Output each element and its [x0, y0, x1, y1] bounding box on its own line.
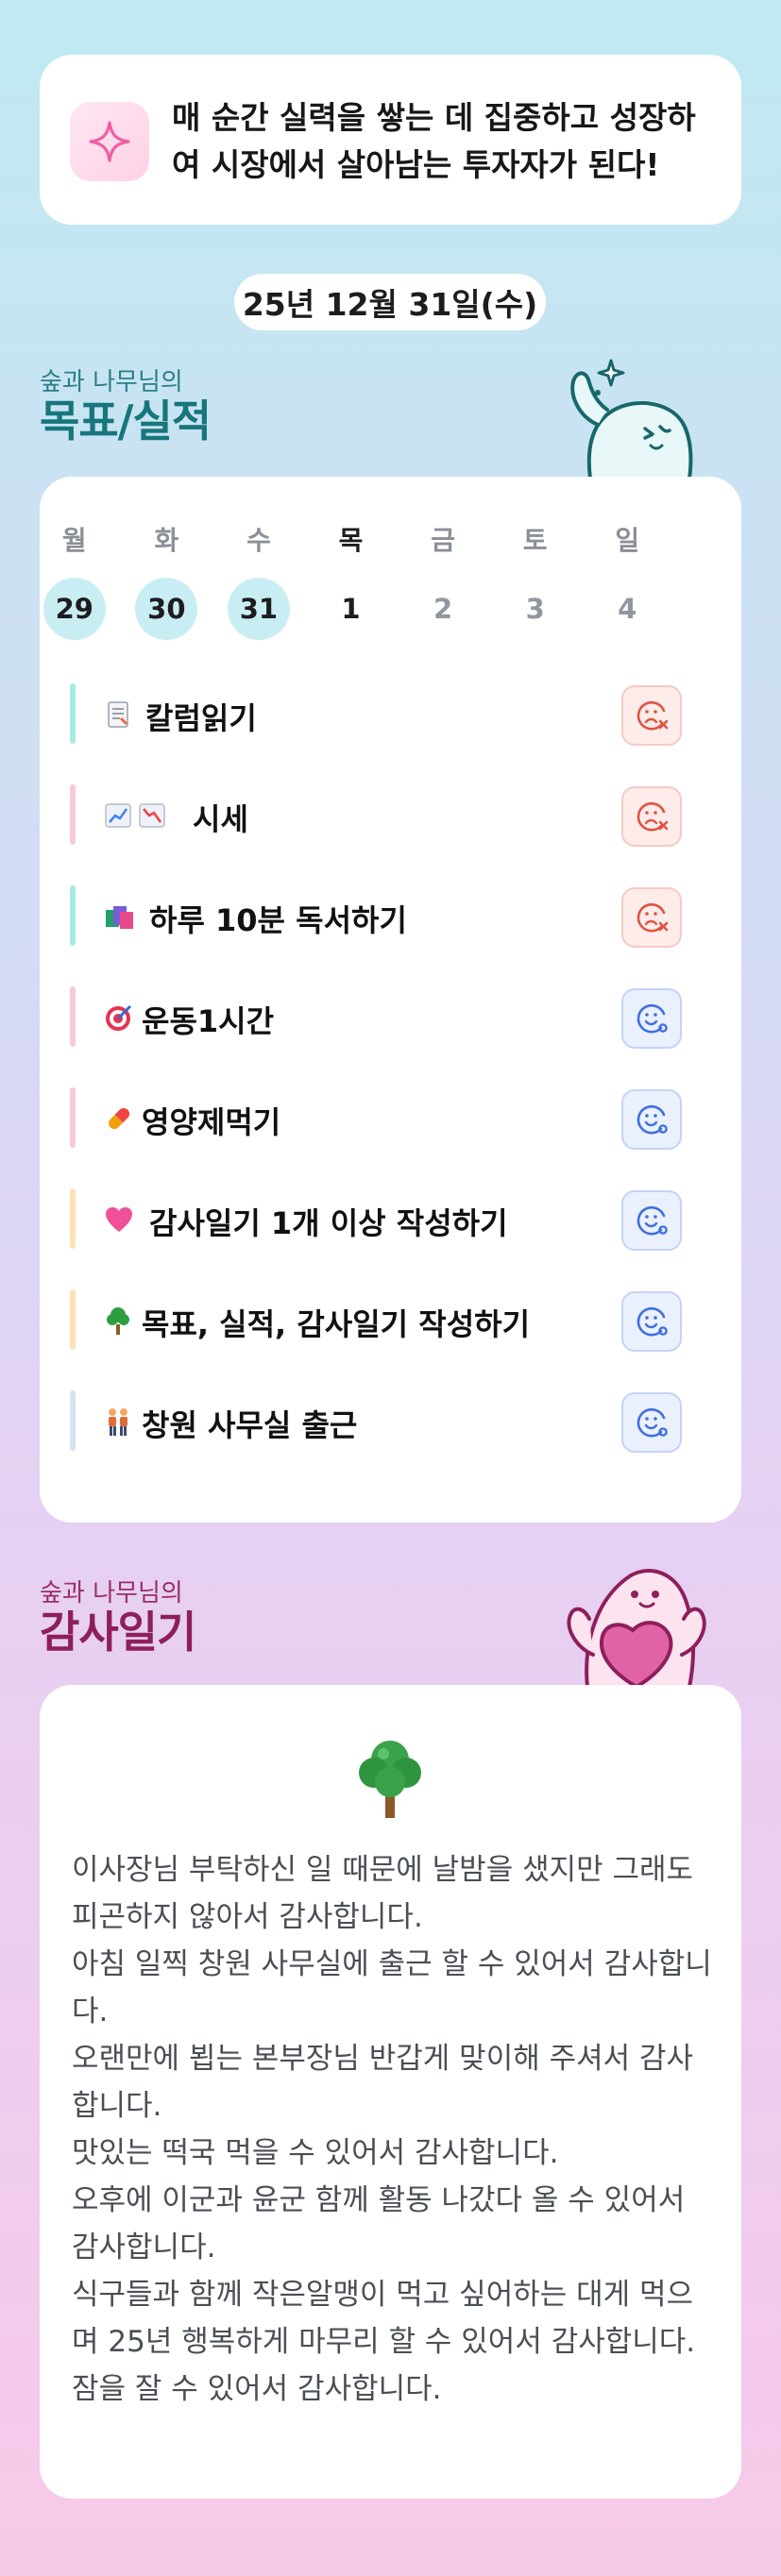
date-cell-29[interactable]: 29 — [42, 578, 106, 640]
motto-text: 매 순간 실력을 쌓는 데 집중하고 성장하 여 시장에서 살아남는 투자자가 … — [172, 94, 720, 189]
motto-card: 매 순간 실력을 쌓는 데 집중하고 성장하 여 시장에서 살아남는 투자자가 … — [40, 55, 741, 225]
sad-face-icon — [637, 902, 669, 933]
goals-title: 목표/실적 — [40, 396, 212, 446]
goal-color-bar — [70, 885, 76, 946]
chart-down-icon — [139, 803, 165, 828]
gratitude-line: 아침 일찍 창원 사무실에 출근 할 수 있어서 감사합니다. — [72, 1947, 712, 2029]
date-cell-4[interactable]: 4 — [596, 578, 658, 640]
motto-line-2: 여 시장에서 살아남는 투자자가 된다! — [172, 146, 660, 183]
people-icon — [104, 1407, 132, 1436]
sad-face-icon — [637, 700, 669, 731]
goal-color-bar — [70, 683, 76, 744]
gratitude-line: 식구들과 함께 작은알맹이 먹고 싶어하는 대게 먹으며 25년 행복하게 마무… — [72, 2278, 696, 2359]
sparkle-icon — [70, 102, 149, 181]
status-fail-button[interactable] — [621, 887, 682, 948]
weekday-header: 월 화 수 목 금 토 일 — [28, 517, 673, 561]
gratitude-line: 오후에 이군과 윤군 함께 활동 나갔다 올 수 있어서 감사합니다. — [72, 2183, 686, 2265]
gratitude-title: 감사일기 — [40, 1607, 196, 1658]
heart-icon — [104, 1205, 134, 1234]
status-ok-button[interactable] — [621, 988, 682, 1049]
goal-color-bar — [70, 1390, 76, 1451]
motto-line-1: 매 순간 실력을 쌓는 데 집중하고 성장하 — [172, 99, 696, 136]
mascot-waving-illustration — [570, 359, 693, 479]
smile-face-icon — [637, 1003, 668, 1034]
gratitude-line: 잠을 잘 수 있어서 감사합니다. — [72, 2372, 442, 2406]
goal-emoji-group — [104, 801, 166, 830]
weekday-wed: 수 — [246, 525, 271, 556]
goal-color-bar — [70, 784, 76, 845]
smile-face-icon — [637, 1407, 668, 1438]
goal-label: 영양제먹기 — [142, 1104, 281, 1140]
status-fail-button[interactable] — [621, 685, 682, 746]
memo-icon — [104, 700, 132, 729]
goal-color-bar — [70, 1087, 76, 1148]
gratitude-line: 이사장님 부탁하신 일 때문에 날밤을 샜지만 그래도 피곤하지 않아서 감사합… — [72, 1853, 694, 1934]
goal-label: 시세 — [193, 801, 248, 837]
target-icon — [104, 1003, 134, 1032]
goal-label: 하루 10분 독서하기 — [149, 902, 407, 938]
gratitude-text: 이사장님 부탁하신 일 때문에 날밤을 샜지만 그래도 피곤하지 않아서 감사합… — [72, 1846, 714, 2413]
goal-color-bar — [70, 1188, 76, 1249]
chart-up-icon — [105, 803, 131, 828]
status-ok-button[interactable] — [621, 1291, 682, 1352]
date-cell-3[interactable]: 3 — [504, 578, 567, 640]
weekday-tue: 화 — [154, 525, 179, 556]
goal-label: 운동1시간 — [142, 1003, 275, 1039]
pill-icon — [104, 1104, 134, 1133]
date-cell-2[interactable]: 2 — [412, 578, 474, 640]
status-ok-button[interactable] — [621, 1392, 682, 1453]
date-cell-31[interactable]: 31 — [227, 578, 290, 640]
goal-label: 칼럼읽기 — [145, 700, 257, 736]
gratitude-line: 맛있는 떡국 먹을 수 있어서 감사합니다. — [72, 2136, 559, 2170]
goal-item[interactable]: 창원 사무실 출근 — [70, 1387, 712, 1455]
goal-color-bar — [70, 1289, 76, 1350]
goal-item[interactable]: 운동1시간 — [70, 983, 712, 1051]
sad-face-icon — [637, 801, 669, 832]
smile-face-icon — [637, 1205, 668, 1236]
books-icon — [104, 902, 136, 931]
smile-face-icon — [637, 1104, 668, 1135]
tree-icon — [359, 1741, 421, 1818]
goal-item[interactable]: 목표, 실적, 감사일기 작성하기 — [70, 1286, 712, 1354]
gratitude-line: 오랜만에 뵙는 본부장님 반갑게 맞이해 주셔서 감사합니다. — [72, 2042, 694, 2123]
goal-label: 창원 사무실 출근 — [142, 1407, 358, 1443]
smile-face-icon — [637, 1306, 668, 1337]
tree-icon — [104, 1306, 132, 1335]
weekday-mon: 월 — [61, 525, 87, 556]
goal-label: 감사일기 1개 이상 작성하기 — [149, 1205, 508, 1241]
goal-label: 목표, 실적, 감사일기 작성하기 — [142, 1306, 531, 1342]
goal-color-bar — [70, 986, 76, 1047]
weekday-sat: 토 — [522, 525, 548, 556]
status-ok-button[interactable] — [621, 1089, 682, 1150]
date-cell-1[interactable]: 1 — [320, 578, 382, 640]
mascot-heart-illustration — [567, 1569, 706, 1687]
weekday-thu: 목 — [338, 525, 364, 556]
week-dates: 29 30 31 1 2 3 4 — [28, 578, 673, 640]
weekday-sun: 일 — [615, 525, 640, 556]
goal-item[interactable]: 시세 — [70, 781, 712, 849]
status-ok-button[interactable] — [621, 1190, 682, 1251]
weekday-fri: 금 — [431, 525, 455, 556]
date-cell-30[interactable]: 30 — [135, 578, 198, 640]
goal-item[interactable]: 감사일기 1개 이상 작성하기 — [70, 1185, 712, 1253]
goal-item[interactable]: 하루 10분 독서하기 — [70, 882, 712, 950]
status-fail-button[interactable] — [621, 786, 682, 847]
date-selector[interactable]: 25년 12월 31일(수) — [234, 274, 546, 330]
goal-item[interactable]: 영양제먹기 — [70, 1084, 712, 1152]
goal-item[interactable]: 칼럼읽기 — [70, 680, 712, 748]
